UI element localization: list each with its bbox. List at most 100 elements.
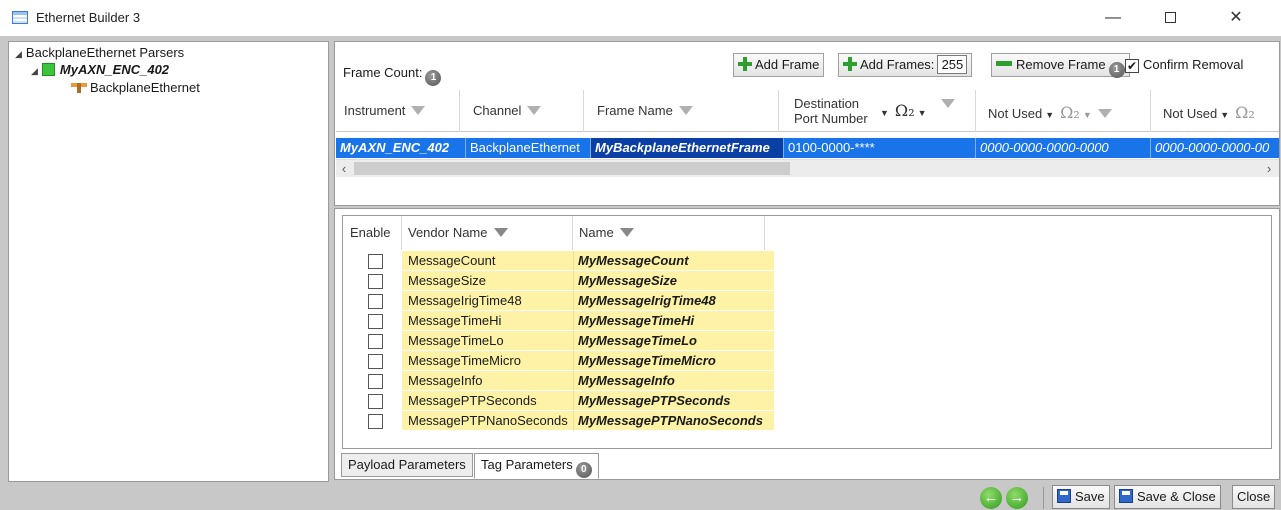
vendor-name-cell[interactable]: MessageSize bbox=[402, 271, 573, 291]
dropdown-arrow-icon[interactable]: ▼ bbox=[1083, 110, 1092, 120]
table-row[interactable]: MessageSize MyMessageSize bbox=[343, 271, 1271, 291]
scroll-left-icon[interactable]: ‹ bbox=[336, 160, 352, 178]
enable-checkbox[interactable] bbox=[368, 414, 383, 429]
tree-root[interactable]: ◢ BackplaneEthernet Parsers bbox=[15, 45, 184, 60]
table-row[interactable]: MessageInfo MyMessageInfo bbox=[343, 371, 1271, 391]
expand-caret-icon[interactable]: ◢ bbox=[31, 66, 38, 77]
table-row[interactable]: MessageTimeMicro MyMessageTimeMicro bbox=[343, 351, 1271, 371]
filter-icon[interactable] bbox=[1097, 109, 1112, 118]
col-vendor-name[interactable]: Vendor Name bbox=[402, 216, 573, 250]
table-row[interactable]: MessagePTPNanoSeconds MyMessagePTPNanoSec… bbox=[343, 411, 1271, 431]
enable-checkbox[interactable] bbox=[368, 254, 383, 269]
scroll-right-icon[interactable]: › bbox=[1261, 160, 1277, 178]
vendor-name-cell[interactable]: MessageCount bbox=[402, 251, 573, 271]
toolbar-separator bbox=[1043, 487, 1044, 509]
vendor-name-cell[interactable]: MessagePTPSeconds bbox=[402, 391, 573, 411]
tag-count-badge: 0 bbox=[575, 462, 592, 478]
filter-icon[interactable] bbox=[678, 106, 693, 115]
tab-tag-parameters[interactable]: Tag Parameters 0 bbox=[474, 453, 599, 479]
omega-icon[interactable]: Ω₂ bbox=[895, 101, 915, 120]
col-frame-name-label: Frame Name bbox=[597, 103, 673, 118]
col-enable[interactable]: Enable bbox=[343, 216, 402, 250]
name-cell[interactable]: MyMessageInfo bbox=[573, 371, 774, 391]
add-frame-button[interactable]: Add Frame bbox=[733, 53, 825, 77]
frame-row-selected[interactable]: MyAXN_ENC_402 BackplaneEthernet MyBackpl… bbox=[336, 138, 1279, 158]
cell-not-used-2[interactable]: 0000-0000-0000-00 bbox=[1151, 138, 1279, 158]
dropdown-arrow-icon[interactable]: ▼ bbox=[880, 108, 889, 118]
confirm-removal-checkbox[interactable]: ✔ bbox=[1125, 59, 1139, 73]
name-cell[interactable]: MyMessageTimeLo bbox=[573, 331, 774, 351]
enable-checkbox[interactable] bbox=[368, 374, 383, 389]
horizontal-scrollbar[interactable]: ‹ › bbox=[336, 159, 1279, 177]
col-channel[interactable]: Channel bbox=[460, 90, 584, 132]
name-cell[interactable]: MyMessageTimeHi bbox=[573, 311, 774, 331]
add-frames-button[interactable]: Add Frames: 255 bbox=[838, 53, 973, 77]
parser-tree[interactable]: ◢ BackplaneEthernet Parsers ◢ MyAXN_ENC_40… bbox=[8, 41, 329, 482]
cell-not-used-1[interactable]: 0000-0000-0000-0000 bbox=[976, 138, 1151, 158]
col-name[interactable]: Name bbox=[573, 216, 765, 250]
vendor-name-cell[interactable]: MessageInfo bbox=[402, 371, 573, 391]
window-title: Ethernet Builder 3 bbox=[36, 10, 141, 25]
cell-channel[interactable]: BackplaneEthernet bbox=[466, 138, 591, 158]
filter-icon[interactable] bbox=[411, 106, 426, 115]
table-row[interactable]: MessageCount MyMessageCount bbox=[343, 251, 1271, 271]
col-dest-line1: Destination bbox=[794, 96, 860, 111]
enable-checkbox[interactable] bbox=[368, 294, 383, 309]
vendor-name-cell[interactable]: MessageTimeLo bbox=[402, 331, 573, 351]
table-row[interactable]: MessageIrigTime48 MyMessageIrigTime48 bbox=[343, 291, 1271, 311]
name-cell[interactable]: MyMessageCount bbox=[573, 251, 774, 271]
omega-icon[interactable]: Ω₂ bbox=[1235, 103, 1255, 122]
save-close-button[interactable]: Save & Close bbox=[1114, 485, 1221, 509]
cell-instrument[interactable]: MyAXN_ENC_402 bbox=[336, 138, 466, 158]
col-instrument[interactable]: Instrument bbox=[336, 90, 460, 132]
cell-frame-name[interactable]: MyBackplaneEthernetFrame bbox=[591, 138, 784, 158]
vendor-name-cell[interactable]: MessageIrigTime48 bbox=[402, 291, 573, 311]
omega-icon[interactable]: Ω₂ bbox=[1060, 103, 1080, 122]
add-frames-count-input[interactable]: 255 bbox=[937, 55, 968, 74]
dropdown-arrow-icon[interactable]: ▼ bbox=[918, 108, 927, 118]
tree-instrument[interactable]: ◢ MyAXN_ENC_402 bbox=[31, 62, 169, 77]
cell-destination-port[interactable]: 0100-0000-**** bbox=[784, 138, 976, 158]
table-row[interactable]: MessagePTPSeconds MyMessagePTPSeconds bbox=[343, 391, 1271, 411]
enable-checkbox[interactable] bbox=[368, 334, 383, 349]
enable-checkbox[interactable] bbox=[368, 314, 383, 329]
name-cell[interactable]: MyMessageTimeMicro bbox=[573, 351, 774, 371]
table-row[interactable]: MessageTimeHi MyMessageTimeHi bbox=[343, 311, 1271, 331]
enable-checkbox[interactable] bbox=[368, 274, 383, 289]
col-not-used-1[interactable]: Not Used ▼ Ω₂ ▼ bbox=[976, 90, 1151, 132]
close-window-button[interactable]: ✕ bbox=[1213, 4, 1259, 32]
maximize-button[interactable] bbox=[1147, 4, 1193, 32]
name-cell[interactable]: MyMessageIrigTime48 bbox=[573, 291, 774, 311]
scroll-thumb[interactable] bbox=[354, 162, 790, 175]
filter-icon[interactable] bbox=[619, 228, 634, 237]
frames-panel: Frame Count: 1 Add Frame Add Frames: 255 R… bbox=[334, 41, 1280, 206]
dropdown-arrow-icon[interactable]: ▼ bbox=[1220, 110, 1229, 120]
filter-icon[interactable] bbox=[940, 99, 955, 108]
filter-icon[interactable] bbox=[527, 106, 542, 115]
close-button[interactable]: Close bbox=[1232, 485, 1276, 509]
vendor-name-cell[interactable]: MessageTimeHi bbox=[402, 311, 573, 331]
name-cell[interactable]: MyMessageSize bbox=[573, 271, 774, 291]
col-destination-port[interactable]: Destination Port Number ▼ Ω₂ ▼ bbox=[779, 90, 976, 132]
back-arrow-icon[interactable]: ← bbox=[980, 487, 1002, 509]
save-button[interactable]: Save bbox=[1052, 485, 1110, 509]
dropdown-arrow-icon[interactable]: ▼ bbox=[1045, 110, 1054, 120]
tree-leaf[interactable]: BackplaneEthernet bbox=[71, 80, 200, 95]
remove-frame-badge: 1 bbox=[1108, 62, 1125, 78]
filter-icon[interactable] bbox=[493, 228, 508, 237]
vendor-name-cell[interactable]: MessageTimeMicro bbox=[402, 351, 573, 371]
table-row[interactable]: MessageTimeLo MyMessageTimeLo bbox=[343, 331, 1271, 351]
forward-arrow-icon[interactable]: → bbox=[1006, 487, 1028, 509]
col-not-used-2[interactable]: Not Used ▼ Ω₂ bbox=[1151, 90, 1279, 132]
vendor-name-cell[interactable]: MessagePTPNanoSeconds bbox=[402, 411, 573, 431]
minimize-button[interactable]: — bbox=[1090, 4, 1136, 32]
enable-checkbox[interactable] bbox=[368, 354, 383, 369]
tab-payload-parameters[interactable]: Payload Parameters bbox=[341, 453, 473, 477]
col-frame-name[interactable]: Frame Name bbox=[584, 90, 779, 132]
name-cell[interactable]: MyMessagePTPNanoSeconds bbox=[573, 411, 774, 431]
parameters-panel: Enable Vendor Name Name MessageCount MyMe… bbox=[334, 208, 1280, 480]
expand-caret-icon[interactable]: ◢ bbox=[15, 49, 22, 60]
remove-frame-button[interactable]: Remove Frame 1 bbox=[991, 53, 1130, 78]
enable-checkbox[interactable] bbox=[368, 394, 383, 409]
name-cell[interactable]: MyMessagePTPSeconds bbox=[573, 391, 774, 411]
